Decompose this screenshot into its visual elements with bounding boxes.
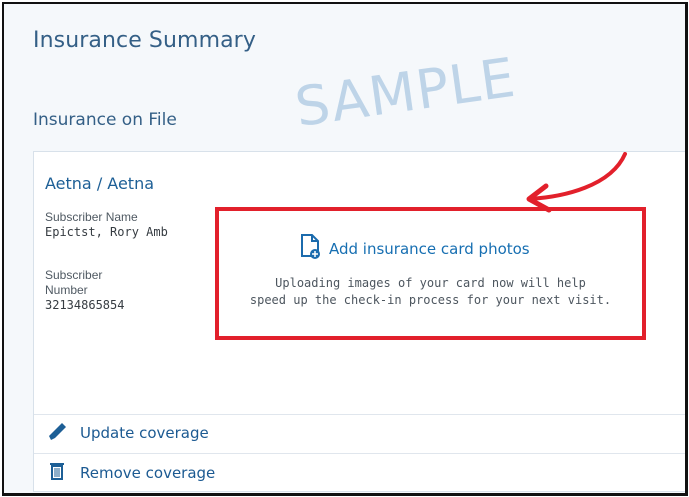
remove-coverage-button[interactable]: Remove coverage [45,461,215,485]
sample-watermark: SAMPLE [291,45,520,139]
page-title: Insurance Summary [33,28,256,53]
subscriber-name-value: Epictst, Rory Amb [45,225,168,239]
pencil-icon [45,422,69,444]
upload-help-line-1: Uploading images of your card now will h… [275,276,586,290]
section-title: Insurance on File [33,110,177,130]
upload-help-line-2: speed up the check-in process for your n… [249,293,612,307]
update-coverage-label: Update coverage [80,424,209,442]
remove-coverage-label: Remove coverage [80,464,216,482]
update-coverage-button[interactable]: Update coverage [45,422,209,444]
coverage-card: Aetna / Aetna Subscriber Name Epictst, R… [33,151,685,492]
insurance-summary-panel: Insurance Summary Insurance on File Aetn… [2,2,688,496]
upload-help-text: Uploading images of your card now will h… [242,275,619,309]
add-insurance-photos-label: Add insurance card photos [329,239,530,258]
add-insurance-photos-link[interactable]: Add insurance card photos [299,233,530,264]
divider [34,453,685,454]
subscriber-number-label-line2: Number [45,283,88,297]
subscriber-name-label: Subscriber Name [45,210,138,224]
add-photos-highlight: Add insurance card photos Uploading imag… [215,207,646,340]
trash-icon [45,461,69,485]
subscriber-number-value: 32134865854 [45,298,125,312]
subscriber-number-label-line1: Subscriber [45,268,103,282]
divider [34,414,685,415]
payer-name: Aetna / Aetna [45,174,155,193]
document-plus-icon [299,233,321,264]
